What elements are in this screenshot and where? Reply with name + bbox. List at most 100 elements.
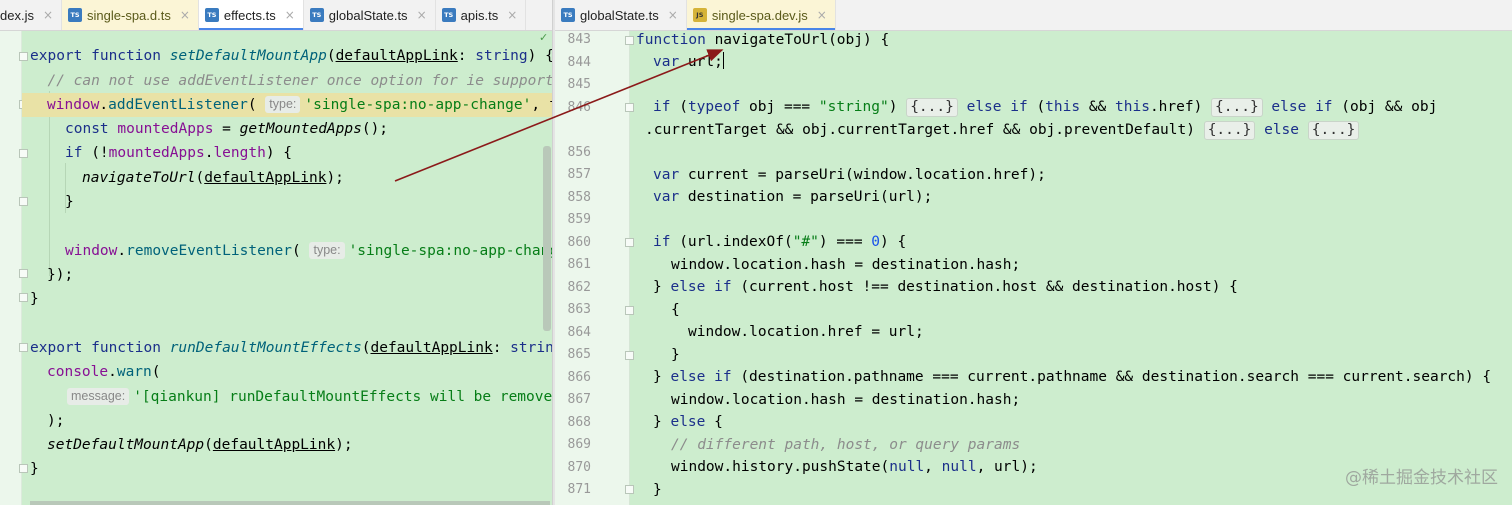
close-icon[interactable]: × (817, 8, 827, 22)
code-line: { (671, 302, 680, 318)
code-line: } else if (destination.pathname === curr… (653, 369, 1492, 385)
typescript-file-icon: TS (561, 8, 575, 22)
fold-marker-icon[interactable] (19, 293, 28, 302)
code-line: } else { (653, 414, 723, 430)
code-line: export function runDefaultMountEffects(d… (30, 340, 552, 356)
javascript-file-icon: JS (692, 8, 707, 22)
code-line: }); (47, 267, 74, 283)
code-line: navigateToUrl(defaultAppLink); (82, 170, 344, 186)
code-line: } (65, 194, 74, 210)
line-number: 860 (567, 235, 591, 250)
horizontal-scrollbar[interactable] (30, 501, 550, 505)
parameter-hint: type: (309, 242, 345, 259)
line-number: 868 (567, 415, 591, 430)
code-line: console.warn( (47, 364, 161, 380)
fold-marker-icon[interactable] (625, 238, 634, 247)
line-number: 865 (567, 347, 591, 362)
inspection-check-icon[interactable]: ✓ (539, 31, 548, 44)
line-number: 845 (567, 77, 591, 92)
code-line: var current = parseUri(window.location.h… (653, 167, 1046, 183)
line-number: 862 (567, 280, 591, 295)
line-number: 856 (567, 145, 591, 160)
tab-label: single-spa.d.ts (87, 7, 171, 23)
code-comment: // can not use addEventListener once opt… (30, 73, 552, 89)
fold-marker-icon[interactable] (625, 485, 634, 494)
line-number: 843 (567, 32, 591, 47)
tab-label: globalState.ts (580, 7, 659, 23)
line-number: 863 (567, 302, 591, 317)
code-line: } (653, 482, 662, 498)
code-line: message: '[qiankun] runDefaultMountEffect… (67, 385, 552, 409)
code-line: if (typeof obj === "string") {...} else … (653, 98, 1438, 117)
tab-single-spa-dev-js[interactable]: JS single-spa.dev.js × (686, 0, 836, 30)
line-number: 858 (567, 190, 591, 205)
tab-label: globalState.ts (328, 7, 408, 23)
code-line: export function setDefaultMountApp(defau… (30, 48, 552, 64)
tab-globalstate-ts[interactable]: TS globalState.ts × (555, 0, 687, 30)
tab-globalstate-ts[interactable]: TS globalState.ts × (304, 0, 436, 30)
parameter-hint: message: (67, 388, 130, 405)
close-icon[interactable]: × (507, 8, 517, 22)
line-number: 869 (567, 437, 591, 452)
fold-marker-icon[interactable] (625, 306, 634, 315)
right-tab-bar: TS globalState.ts × JS single-spa.dev.js × (555, 0, 1512, 31)
typescript-file-icon: TS (68, 8, 83, 22)
close-icon[interactable]: × (43, 8, 53, 22)
code-line: window.location.hash = destination.hash; (671, 257, 1021, 273)
code-line: const mountedApps = getMountedApps(); (65, 121, 389, 137)
close-icon[interactable]: × (668, 8, 678, 22)
tab-dex-js[interactable]: dex.js × (0, 0, 63, 30)
code-line-highlighted: window.addEventListener( type:'single-sp… (22, 93, 552, 117)
folded-block[interactable]: {...} (1203, 121, 1256, 140)
line-number: 861 (567, 257, 591, 272)
line-number: 867 (567, 392, 591, 407)
line-number: 844 (567, 55, 591, 70)
folded-block[interactable]: {...} (906, 98, 958, 117)
folded-block[interactable]: {...} (1211, 98, 1263, 117)
line-number: 866 (567, 370, 591, 385)
fold-marker-icon[interactable] (19, 197, 28, 206)
close-icon[interactable]: × (417, 8, 427, 22)
code-line: if (!mountedApps.length) { (65, 145, 293, 161)
tab-apis-ts[interactable]: TS apis.ts × (436, 0, 527, 30)
code-line: var destination = parseUri(url); (653, 189, 933, 205)
line-number: 857 (567, 167, 591, 182)
left-editor[interactable]: ✓ export function setDefaultMountApp(def… (0, 31, 552, 505)
tab-label: apis.ts (460, 7, 499, 23)
code-line: } (671, 347, 680, 363)
code-line-current: var url; (653, 52, 724, 70)
line-number: 870 (567, 460, 591, 475)
right-editor[interactable]: 843 844 845 846 856 857 858 859 860 861 … (555, 31, 1512, 505)
line-number: 846 (567, 100, 591, 115)
code-line: window.history.pushState(null, null, url… (671, 459, 1038, 475)
typescript-file-icon: TS (309, 8, 324, 22)
code-line: } (30, 291, 39, 307)
line-number: 859 (567, 212, 591, 227)
fold-marker-icon[interactable] (19, 269, 28, 278)
tab-single-spa-d-ts[interactable]: TS single-spa.d.ts × (62, 0, 199, 30)
vertical-scrollbar[interactable] (543, 146, 551, 331)
fold-marker-icon[interactable] (19, 343, 28, 352)
fold-marker-icon[interactable] (19, 464, 28, 473)
tab-label: dex.js (0, 7, 34, 23)
line-number: 871 (567, 482, 591, 497)
fold-marker-icon[interactable] (19, 52, 28, 61)
fold-marker-icon[interactable] (19, 149, 28, 158)
typescript-file-icon: TS (441, 8, 456, 22)
text-caret (722, 52, 724, 69)
code-line: } (30, 461, 39, 477)
tab-label: single-spa.dev.js (711, 7, 808, 23)
code-line: } else if (current.host !== destination.… (653, 279, 1238, 295)
tab-effects-ts[interactable]: TS effects.ts × (198, 0, 304, 30)
folded-block[interactable]: {...} (1307, 121, 1360, 140)
code-comment: // different path, host, or query params (671, 437, 1021, 453)
close-icon[interactable]: × (285, 8, 295, 22)
fold-marker-icon[interactable] (625, 103, 634, 112)
code-line: setDefaultMountApp(defaultAppLink); (47, 437, 353, 453)
fold-marker-icon[interactable] (625, 351, 634, 360)
parameter-hint: type: (265, 96, 301, 113)
code-line: window.location.href = url; (688, 324, 924, 340)
fold-marker-icon[interactable] (625, 36, 634, 45)
close-icon[interactable]: × (180, 8, 190, 22)
indent-guide (49, 91, 50, 276)
